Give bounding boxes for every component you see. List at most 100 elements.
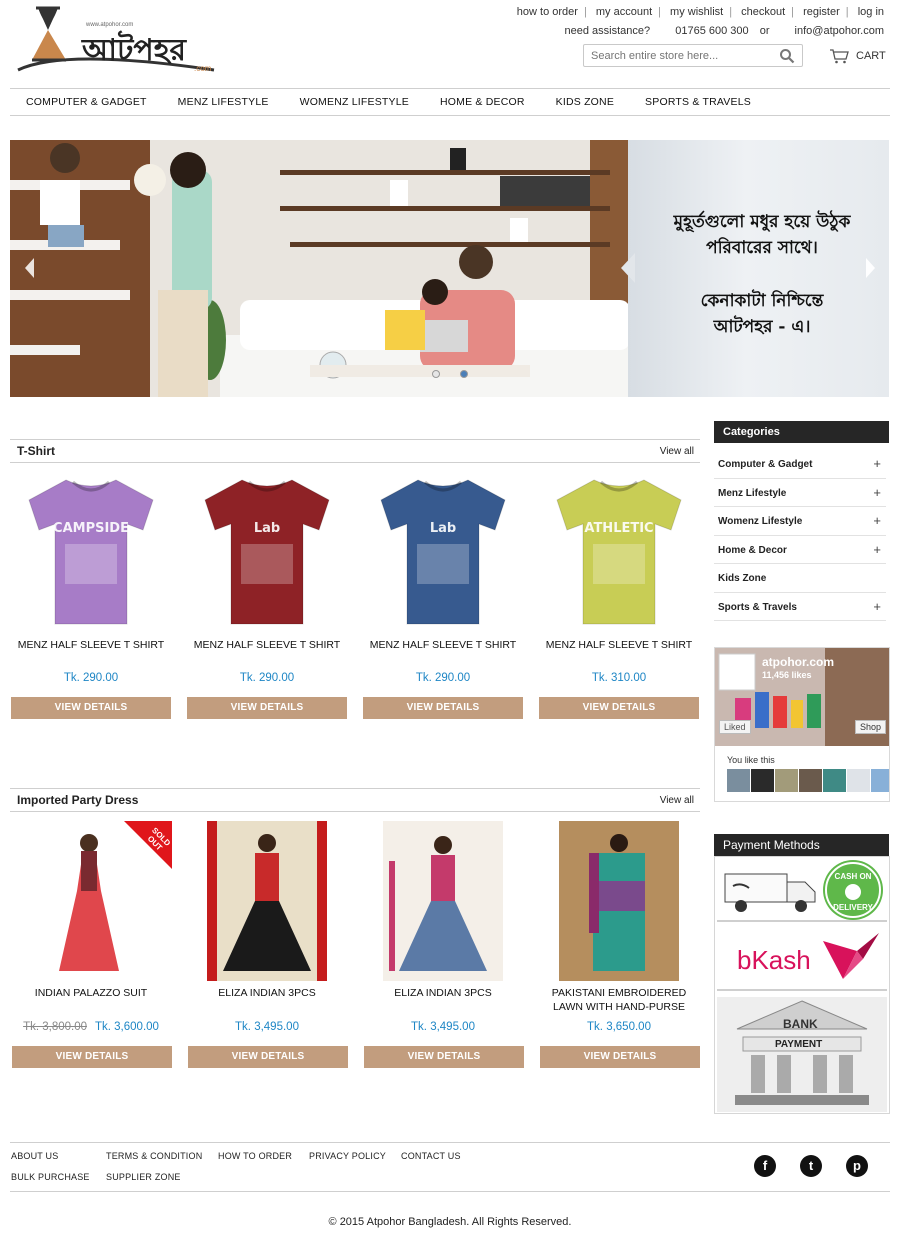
product-card[interactable]: PAKISTANI EMBROIDERED LAWN WITH HAND-PURS… [539,821,699,1033]
nav-home-decor[interactable]: HOME & DECOR [440,96,525,108]
product-name[interactable]: MENZ HALF SLEEVE T SHIRT [11,638,171,652]
pinterest-icon[interactable]: p [846,1155,868,1177]
fb-shop-button[interactable]: Shop [855,720,887,734]
product-name-line: INDIAN PALAZZO SUIT [34,987,148,999]
product-price-block: Tk. 3,495.00 [187,1021,347,1033]
slider-dot-active[interactable] [460,370,468,378]
product-name[interactable]: ELIZA INDIAN 3PCS [187,986,347,1000]
tshirt-image[interactable]: Lab [373,474,513,630]
nav-menz-lifestyle[interactable]: MENZ LIFESTYLE [178,96,269,108]
cart-button[interactable]: CART [829,48,886,64]
avatar[interactable] [727,769,750,792]
footer-link-terms[interactable]: TERMS & CONDITION [106,1151,202,1161]
view-details-button[interactable]: VIEW DETAILS [363,697,523,719]
categories-list: Computer & Gadget + Menz Lifestyle + Women… [714,450,886,621]
product-card[interactable]: ATHLETIC MENZ HALF SLEEVE T SHIRT Tk. 310.… [539,474,699,684]
category-computer-gadget[interactable]: Computer & Gadget + [714,450,886,479]
hero-slider[interactable]: মুহূর্তগুলো মধুর হয়ে উঠুক পরিবারের সাথে… [10,140,889,397]
product-card[interactable]: SOLD OUT INDIAN PALAZZO SUIT Tk. 3,800.00 T… [11,821,172,1033]
avatar[interactable] [823,769,846,792]
nav-kids-zone[interactable]: KIDS ZONE [556,96,614,108]
slider-line-3: কেনাকাটা নিশ্চিন্তে [700,291,824,311]
product-name[interactable]: MENZ HALF SLEEVE T SHIRT [187,638,347,652]
link-register[interactable]: register [803,6,840,18]
footer-link-about-us[interactable]: ABOUT US [11,1151,58,1161]
product-card[interactable]: ELIZA INDIAN 3PCS Tk. 3,495.00 [363,821,523,1033]
view-details-button[interactable]: VIEW DETAILS [364,1046,524,1068]
search-input[interactable] [584,45,770,66]
footer-link-privacy-policy[interactable]: PRIVACY POLICY [309,1151,386,1161]
product-card[interactable]: ELIZA INDIAN 3PCS Tk. 3,495.00 [187,821,347,1033]
slider-next-icon[interactable] [862,256,878,280]
tshirt-image[interactable]: CAMPSIDE [21,474,161,630]
view-details-button[interactable]: VIEW DETAILS [11,697,171,719]
product-old-price: Tk. 3,800.00 [23,1021,87,1033]
view-details-button[interactable]: VIEW DETAILS [539,697,699,719]
product-card[interactable]: CAMPSIDE MENZ HALF SLEEVE T SHIRT Tk. 290.… [11,474,171,684]
link-log-in[interactable]: log in [858,6,884,18]
view-details-button[interactable]: VIEW DETAILS [187,697,347,719]
footer-link-supplier-zone[interactable]: SUPPLIER ZONE [106,1172,181,1182]
cod-bottom-label: DELIVERY [833,903,873,912]
expand-plus-icon[interactable]: + [873,513,881,528]
link-checkout[interactable]: checkout [741,6,785,18]
view-details-button[interactable]: VIEW DETAILS [12,1046,172,1068]
avatar[interactable] [775,769,798,792]
avatar[interactable] [871,769,889,792]
slider-prev-icon[interactable] [22,256,38,280]
dress-image[interactable] [383,821,503,981]
nav-computer-gadget[interactable]: COMPUTER & GADGET [26,96,147,108]
avatar[interactable] [751,769,774,792]
search-icon[interactable] [779,48,795,64]
avatar[interactable] [799,769,822,792]
product-price: Tk. 3,600.00 [95,1021,159,1033]
twitter-icon[interactable]: t [800,1155,822,1177]
product-name[interactable]: MENZ HALF SLEEVE T SHIRT [539,638,699,652]
category-kids-zone[interactable]: Kids Zone [714,564,886,593]
footer-link-how-to-order[interactable]: HOW TO ORDER [218,1151,292,1161]
link-how-to-order[interactable]: how to order [517,6,578,18]
view-details-button[interactable]: VIEW DETAILS [540,1046,700,1068]
view-details-button[interactable]: VIEW DETAILS [188,1046,348,1068]
product-name[interactable]: INDIAN PALAZZO SUIT [11,986,171,1000]
product-name[interactable]: ELIZA INDIAN 3PCS [363,986,523,1000]
tshirt-image[interactable]: ATHLETIC [549,474,689,630]
fb-page-name[interactable]: atpohor.com [762,655,834,669]
product-card[interactable]: Lab MENZ HALF SLEEVE T SHIRT Tk. 290.00 [187,474,347,684]
category-sports-travels[interactable]: Sports & Travels + [714,593,886,621]
product-name[interactable]: PAKISTANI EMBROIDERED LAWN WITH HAND-PURS… [539,986,699,1014]
slider-dot[interactable] [432,370,440,378]
site-logo[interactable]: আটপহর www.atpohor.com .com [14,4,220,76]
fb-liked-button[interactable]: Liked [719,720,751,734]
expand-plus-icon[interactable]: + [873,485,881,500]
category-home-decor[interactable]: Home & Decor + [714,536,886,564]
avatar[interactable] [847,769,870,792]
expand-plus-icon[interactable]: + [873,542,881,557]
view-all-link[interactable]: View all [660,446,694,457]
expand-plus-icon[interactable]: + [873,599,881,614]
bank-payment-label: PAYMENT [775,1039,823,1050]
link-my-wishlist[interactable]: my wishlist [670,6,723,18]
facebook-widget[interactable]: atpohor.com 11,456 likes Liked Shop You … [714,647,890,802]
dress-image[interactable] [207,821,327,981]
email-link[interactable]: info@atpohor.com [795,25,884,37]
tshirt-image[interactable]: Lab [197,474,337,630]
dress-image[interactable] [559,821,679,981]
tshirt-print: Lab [254,521,280,536]
nav-sports-travels[interactable]: SPORTS & TRAVELS [645,96,751,108]
category-womenz-lifestyle[interactable]: Womenz Lifestyle + [714,507,886,536]
tshirt-print: ATHLETIC [584,521,653,536]
view-all-link[interactable]: View all [660,795,694,806]
expand-plus-icon[interactable]: + [873,456,881,471]
logo-wordmark: আটপহর [82,33,186,68]
product-name[interactable]: MENZ HALF SLEEVE T SHIRT [363,638,523,652]
category-menz-lifestyle[interactable]: Menz Lifestyle + [714,479,886,507]
nav-womenz-lifestyle[interactable]: WOMENZ LIFESTYLE [300,96,409,108]
phone-number: 01765 600 300 [675,25,749,37]
footer-link-contact-us[interactable]: CONTACT US [401,1151,461,1161]
product-price: Tk. 3,495.00 [411,1021,475,1033]
facebook-icon[interactable]: f [754,1155,776,1177]
footer-link-bulk-purchase[interactable]: BULK PURCHASE [11,1172,90,1182]
product-card[interactable]: Lab MENZ HALF SLEEVE T SHIRT Tk. 290.00 [363,474,523,684]
link-my-account[interactable]: my account [596,6,652,18]
